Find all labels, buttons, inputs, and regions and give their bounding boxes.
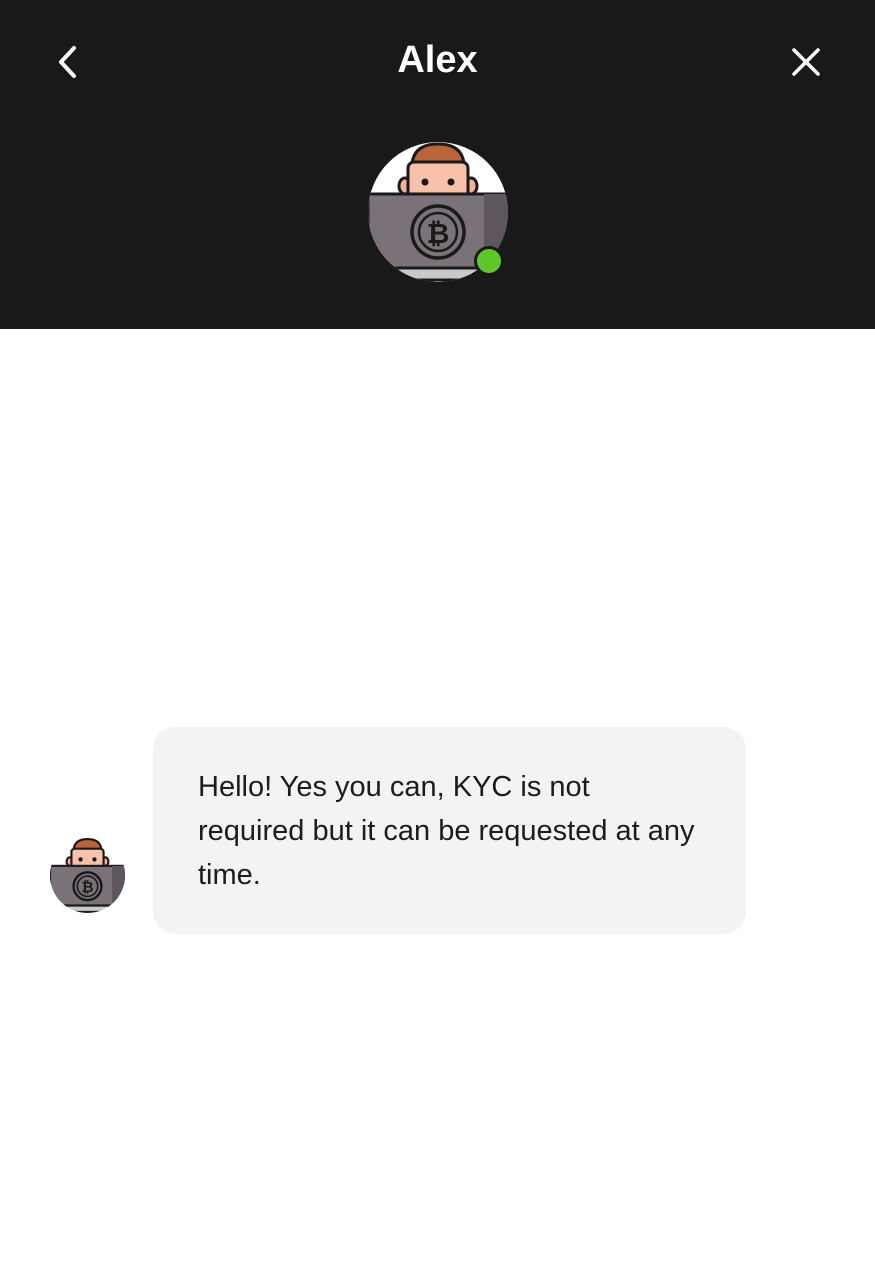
- chat-header: Alex ₿: [0, 0, 875, 329]
- message-text: Hello! Yes you can, KYC is not required …: [198, 771, 695, 891]
- agent-avatar: ₿: [368, 142, 508, 282]
- svg-text:₿: ₿: [81, 878, 93, 896]
- message-sender-avatar: ₿: [50, 838, 125, 913]
- close-button[interactable]: [782, 38, 830, 86]
- chat-title: Alex: [397, 39, 478, 81]
- close-icon: [790, 46, 822, 78]
- online-status-dot: [474, 246, 504, 276]
- message-bubble: Hello! Yes you can, KYC is not required …: [153, 727, 746, 934]
- svg-text:₿: ₿: [427, 217, 450, 250]
